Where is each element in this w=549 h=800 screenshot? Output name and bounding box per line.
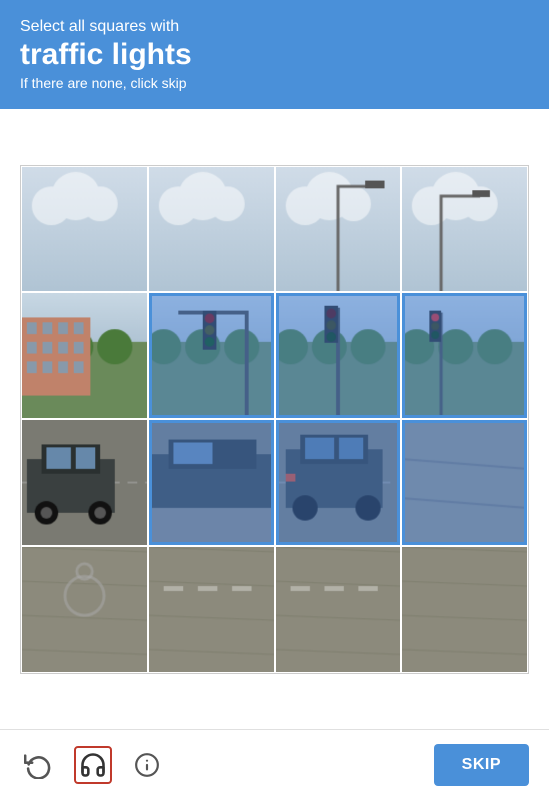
cell-image <box>22 420 147 545</box>
grid-cell[interactable] <box>148 166 275 293</box>
cell-image <box>276 420 401 545</box>
grid-cell[interactable] <box>21 166 148 293</box>
grid-wrapper <box>0 109 549 729</box>
captcha-grid <box>20 165 529 674</box>
captcha-header: Select all squares with traffic lights I… <box>0 0 549 109</box>
grid-cell[interactable] <box>275 546 402 673</box>
grid-cell[interactable] <box>401 419 528 546</box>
grid-cell[interactable] <box>275 166 402 293</box>
grid-cell[interactable] <box>21 419 148 546</box>
refresh-button[interactable] <box>20 747 56 783</box>
grid-cell[interactable] <box>275 419 402 546</box>
skip-button[interactable]: SKIP <box>434 744 529 786</box>
captcha-subject: traffic lights <box>20 38 529 71</box>
cell-image <box>149 293 274 418</box>
cell-image <box>149 420 274 545</box>
cell-image <box>22 547 147 672</box>
grid-cell[interactable] <box>148 292 275 419</box>
headphone-icon <box>79 751 107 779</box>
cell-image <box>276 293 401 418</box>
grid-cell[interactable] <box>21 292 148 419</box>
select-prefix-text: Select all squares with <box>20 18 529 36</box>
footer-bar: SKIP <box>0 729 549 800</box>
info-icon <box>134 752 160 778</box>
grid-cell[interactable] <box>401 292 528 419</box>
grid-cell[interactable] <box>401 166 528 293</box>
cell-image <box>276 167 401 292</box>
cell-image <box>276 547 401 672</box>
cell-image <box>22 167 147 292</box>
cell-image <box>149 167 274 292</box>
grid-cell[interactable] <box>148 419 275 546</box>
captcha-hint: If there are none, click skip <box>20 75 529 91</box>
grid-cell[interactable] <box>401 546 528 673</box>
cell-image <box>402 547 527 672</box>
grid-cell[interactable] <box>275 292 402 419</box>
cell-image <box>402 167 527 292</box>
refresh-icon <box>24 751 52 779</box>
cell-image <box>402 420 527 545</box>
info-button[interactable] <box>130 748 164 782</box>
cell-image <box>149 547 274 672</box>
audio-challenge-button[interactable] <box>74 746 112 784</box>
cell-image <box>22 293 147 418</box>
grid-cell[interactable] <box>148 546 275 673</box>
cell-image <box>402 293 527 418</box>
grid-cell[interactable] <box>21 546 148 673</box>
